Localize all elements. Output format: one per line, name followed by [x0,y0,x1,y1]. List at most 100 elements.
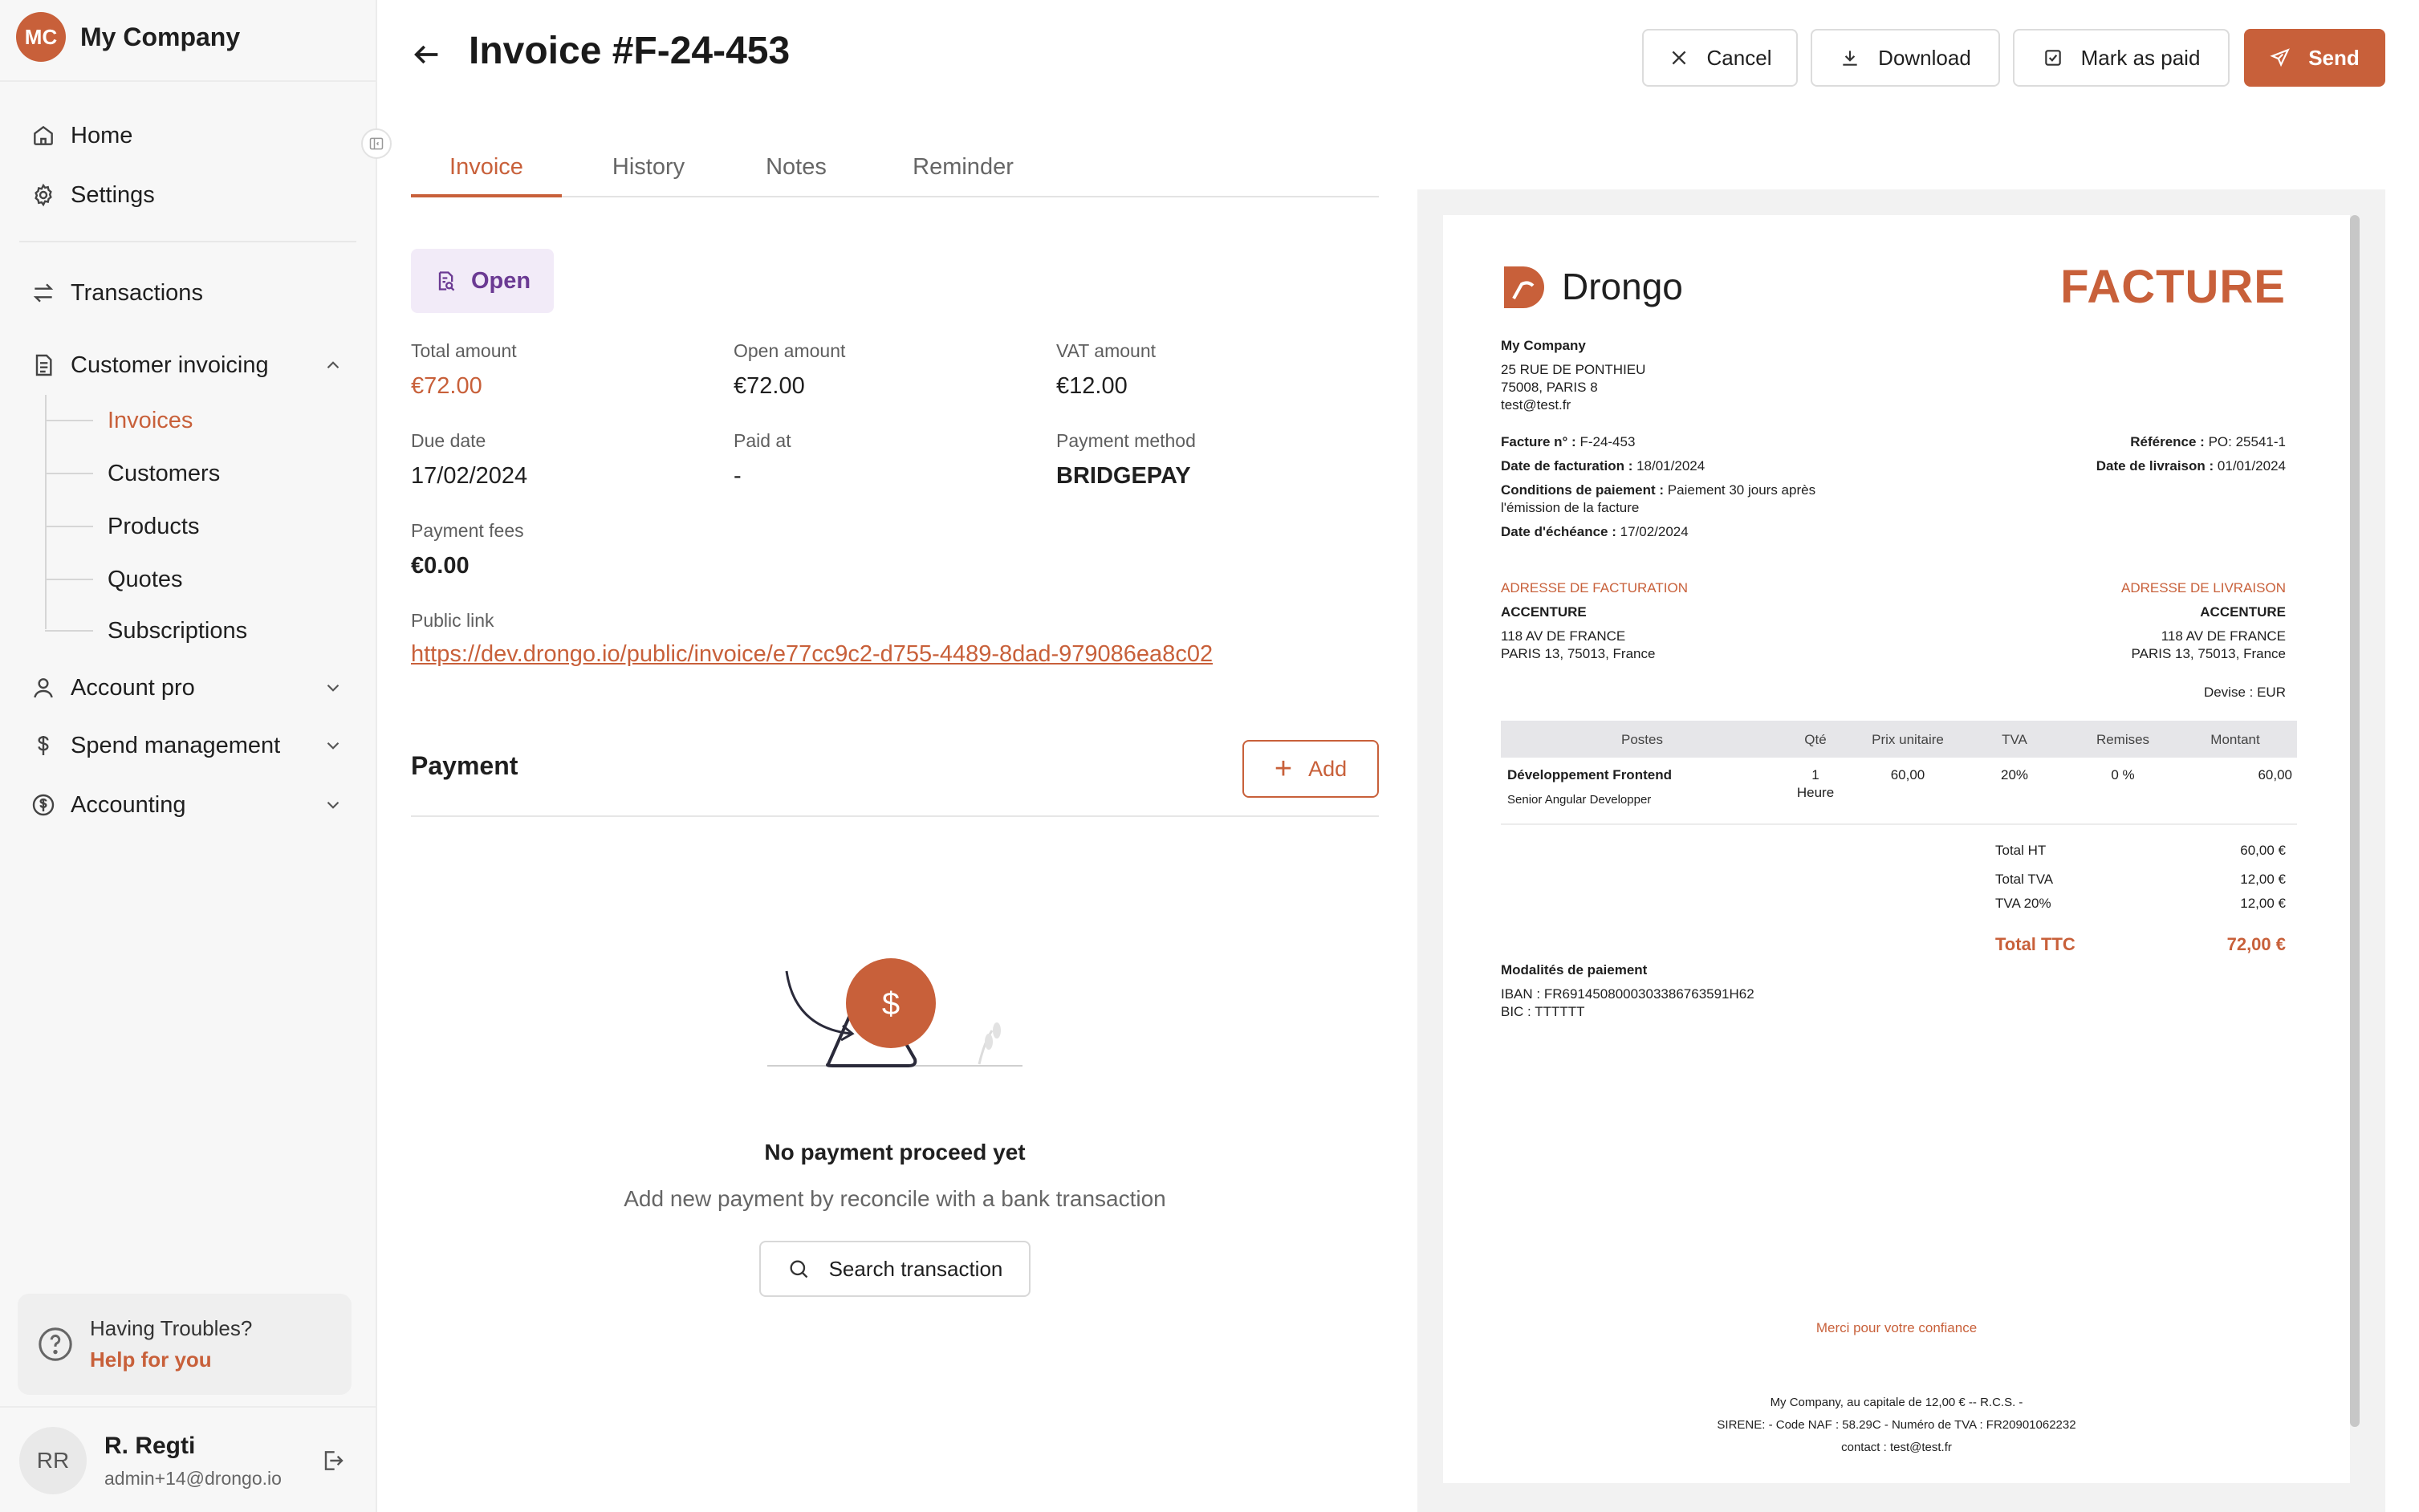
help-link[interactable]: Help for you [90,1347,252,1372]
search-transaction-label: Search transaction [828,1256,1003,1281]
invoice-document: Drongo FACTURE My Company 25 RUE DE PONT… [1443,215,2350,1483]
invoice-number-line: Facture n° : F-24-453 [1501,433,1635,452]
company-switcher[interactable]: MC My Company [16,11,240,63]
help-card[interactable]: Having Troubles? Help for you [18,1294,352,1395]
collapse-sidebar-button[interactable] [361,128,392,159]
meta-value: F-24-453 [1579,434,1636,449]
coin-icon [32,794,55,816]
meta-value: 17/02/2024 [1620,524,1689,539]
nav-settings[interactable]: Settings [30,175,344,215]
field-value: - [734,463,742,489]
thanks-message: Merci pour votre confiance [1815,1320,1978,1335]
mark-as-paid-label: Mark as paid [2080,45,2201,70]
field-label: VAT amount [1056,340,1157,361]
field-vat-amount: VAT amount €12.00 [1056,340,1156,400]
line-discount: 0 % [2111,767,2135,782]
user-avatar: RR [19,1427,87,1494]
field-due-date: Due date 17/02/2024 [411,430,527,490]
field-open-amount: Open amount €72.00 [734,340,845,400]
subnav-products-label: Products [108,513,200,539]
meta-label: Date d'échéance : [1501,524,1616,539]
user-profile[interactable]: RR R. Regti admin+14@drongo.io [19,1425,356,1496]
tree-branch [45,630,93,632]
send-button[interactable]: Send [2244,29,2385,87]
col-qty: Qté [1804,732,1827,747]
field-payment-fees: Payment fees €0.00 [411,520,524,579]
page-title: Invoice #F-24-453 [469,30,791,72]
cancel-button[interactable]: Cancel [1642,29,1798,87]
subnav-subscriptions[interactable]: Subscriptions [45,613,247,648]
meta-value: PO: 25541-1 [2208,434,2286,449]
field-value: BRIDGEPAY [1056,463,1191,489]
nav-spend-management[interactable]: Spend management [30,726,344,766]
drongo-logo-icon [1504,266,1544,308]
help-title: Having Troubles? [90,1316,253,1340]
subnav-products[interactable]: Products [45,509,199,544]
tab-history[interactable]: History [576,144,721,197]
table-row: Développement Frontend Senior Angular De… [1501,758,2297,825]
subnav-quotes[interactable]: Quotes [45,562,183,597]
meta-label: Devise : [2203,685,2254,700]
line-qty: 1 [1811,767,1819,782]
field-value: 17/02/2024 [411,463,528,489]
search-transaction-button[interactable]: Search transaction [759,1241,1031,1297]
subnav-invoices-label: Invoices [108,407,193,433]
field-label: Total amount [411,340,517,361]
payment-divider [411,815,1379,817]
meta-value: Paiement 30 jours après [1667,482,1816,498]
logout-icon[interactable] [319,1448,345,1473]
subnav-customers-label: Customers [108,460,221,486]
tab-invoice[interactable]: Invoice [411,144,562,197]
billing-address-title: ADRESSE DE FACTURATION [1501,580,1688,595]
subnav-subscriptions-label: Subscriptions [108,617,248,644]
delivery-date-line: Date de livraison : 01/01/2024 [2096,457,2286,476]
total-ht-label: Total HT [1995,843,2047,858]
document-icon [35,354,52,376]
tab-reminder[interactable]: Reminder [883,144,1043,197]
tab-notes[interactable]: Notes [726,144,867,197]
back-arrow-icon[interactable] [411,39,443,71]
footer-line-2: SIRENE: - Code NAF : 58.29C - Numéro de … [1717,1418,2076,1432]
field-payment-method: Payment method BRIDGEPAY [1056,430,1196,490]
nav-account-pro[interactable]: Account pro [30,668,344,708]
meta-value: EUR [2257,685,2286,700]
field-value: €0.00 [411,553,470,579]
nav-home[interactable]: Home [30,116,344,156]
sidebar-collapse-icon [369,137,384,150]
sidebar-divider [0,1406,376,1408]
payment-modes-title: Modalités de paiement [1501,962,1648,978]
question-icon [39,1327,72,1361]
empty-payment-illustration: $ [767,958,1022,1067]
total-ht-value: 60,00 € [2240,843,2286,858]
add-payment-button[interactable]: + Add [1242,740,1379,798]
home-icon [34,125,53,145]
subnav-invoices[interactable]: Invoices [45,403,193,438]
meta-label: Facture n° : [1501,434,1576,449]
chevron-up-icon [327,361,339,369]
currency-line: Devise : EUR [2204,684,2286,702]
search-icon [790,1260,807,1278]
download-button[interactable]: Download [1811,29,2000,87]
issuer-address-2: 75008, PARIS 8 [1501,380,1598,395]
nav-settings-label: Settings [71,181,155,208]
nav-transactions[interactable]: Transactions [30,273,344,313]
user-name: R. Regti [104,1432,196,1459]
user-icon [34,678,53,698]
nav-accounting[interactable]: Accounting [30,785,344,825]
nav-customer-invoicing[interactable]: Customer invoicing [30,345,344,385]
shipping-client-name: ACCENTURE [2200,604,2286,620]
public-link[interactable]: https://dev.drongo.io/public/invoice/e77… [411,641,1213,668]
preview-scrollbar[interactable] [2350,215,2360,1427]
tree-branch [45,579,93,580]
subnav-customers[interactable]: Customers [45,456,220,491]
field-label: Paid at [734,430,791,451]
col-unit-price: Prix unitaire [1872,732,1944,747]
field-value: €72.00 [734,373,805,399]
field-value: €12.00 [1056,373,1128,399]
reference-line: Référence : PO: 25541-1 [2130,433,2286,452]
empty-state-title: No payment proceed yet [764,1140,1026,1164]
shipping-address-1: 118 AV DE FRANCE [2161,628,2286,644]
chevron-down-icon [327,684,339,692]
gear-icon [35,183,52,207]
mark-as-paid-button[interactable]: Mark as paid [2013,29,2230,87]
